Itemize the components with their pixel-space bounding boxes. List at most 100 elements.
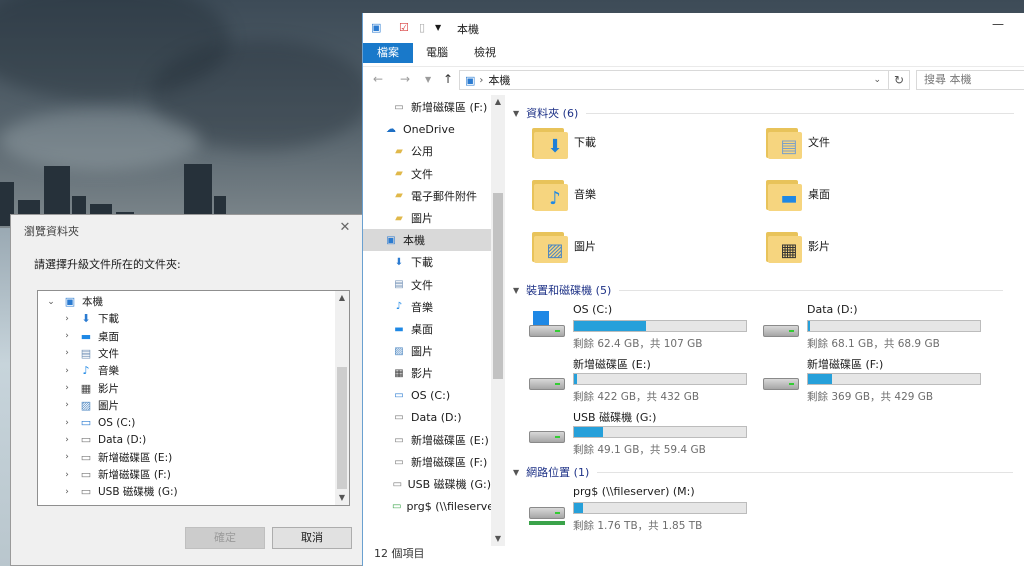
properties-icon[interactable]: ☑: [399, 21, 409, 34]
nav-item[interactable]: ⬇ 下載: [363, 251, 491, 273]
nav-item[interactable]: ▭ 新增磁碟區 (E:): [363, 429, 491, 451]
chevron-right-icon[interactable]: ›: [62, 383, 72, 393]
devices-group-header[interactable]: ▼ 裝置和磁碟機 (5): [513, 282, 1004, 298]
new-folder-icon[interactable]: ▯: [419, 21, 425, 34]
nav-item[interactable]: ▣ 本機: [363, 229, 491, 252]
network-group-header[interactable]: ▼ 網路位置 (1): [513, 464, 1014, 480]
folder-item[interactable]: ⬇ 下載: [529, 123, 596, 161]
folder-item[interactable]: ▤ 文件: [763, 123, 830, 161]
nav-item[interactable]: ▬ 桌面: [363, 318, 491, 340]
nav-item[interactable]: ▭ 新增磁碟區 (F:): [363, 96, 491, 118]
chevron-right-icon[interactable]: ›: [62, 366, 72, 376]
recent-dropdown-icon[interactable]: ▼: [425, 75, 431, 84]
drive-name: USB 磁碟機 (G:): [573, 411, 657, 424]
nav-item[interactable]: ▭ OS (C:): [363, 385, 491, 407]
nav-item[interactable]: ▦ 影片: [363, 362, 491, 384]
tree-item[interactable]: › ▬ 桌面: [62, 328, 119, 345]
tab-2[interactable]: 檢視: [461, 43, 509, 63]
chevron-right-icon[interactable]: ›: [62, 400, 72, 410]
tree-item[interactable]: › ⬇ 下載: [62, 310, 119, 327]
scroll-down-icon[interactable]: ▼: [491, 532, 505, 546]
forward-icon[interactable]: →: [400, 72, 410, 86]
refresh-icon[interactable]: ↻: [888, 70, 910, 90]
chevron-right-icon[interactable]: ›: [62, 418, 72, 428]
quick-access-dropdown-icon[interactable]: ▼: [435, 23, 441, 32]
folder-item[interactable]: ♪ 音樂: [529, 175, 596, 213]
chevron-right-icon[interactable]: ›: [62, 348, 72, 358]
folders-group-header[interactable]: ▼ 資料夾 (6): [513, 105, 1015, 121]
tree-item[interactable]: › ▭ Data (D:): [62, 431, 146, 448]
drive-item[interactable]: 新增磁碟區 (E:) 剩餘 422 GB，共 432 GB: [527, 356, 757, 406]
tree-item[interactable]: › ▭ 新增磁碟區 (E:): [62, 449, 172, 466]
drive-item[interactable]: Data (D:) 剩餘 68.1 GB，共 68.9 GB: [761, 303, 991, 353]
drive-free-space: 剩餘 369 GB，共 429 GB: [807, 391, 934, 403]
drive-item[interactable]: prg$ (\\fileserver) (M:) 剩餘 1.76 TB，共 1.8…: [527, 485, 757, 535]
scroll-thumb[interactable]: [337, 367, 347, 489]
tree-item[interactable]: ⌄ ▣ 本機: [46, 293, 103, 310]
collapse-icon[interactable]: ▼: [513, 109, 519, 118]
nav-item-label: OS (C:): [411, 389, 451, 403]
nav-item-label: OneDrive: [403, 122, 455, 136]
address-bar[interactable]: ▣ › 本機 ⌄: [459, 70, 910, 90]
download-folder-icon: ⬇: [394, 256, 404, 268]
tab-1[interactable]: 電腦: [413, 43, 461, 63]
drive-item[interactable]: USB 磁碟機 (G:) 剩餘 49.1 GB，共 59.4 GB: [527, 409, 757, 459]
folder-label: 音樂: [574, 188, 596, 201]
address-dropdown-icon[interactable]: ⌄: [873, 75, 881, 85]
collapse-icon[interactable]: ▼: [513, 468, 519, 477]
tree-item[interactable]: › ▤ 文件: [62, 345, 119, 362]
nav-item[interactable]: ▭ Data (D:): [363, 407, 491, 429]
tree-item[interactable]: › ▨ 圖片: [62, 397, 119, 414]
cancel-button[interactable]: 取消: [272, 527, 352, 549]
nav-item[interactable]: ☁ OneDrive: [363, 118, 491, 140]
scroll-thumb[interactable]: [493, 193, 503, 379]
search-input[interactable]: 搜尋 本機: [916, 70, 1024, 90]
folder-item[interactable]: ▬ 桌面: [763, 175, 830, 213]
tree-item[interactable]: › ▦ 影片: [62, 380, 119, 397]
usb-drive-icon: ▭: [80, 485, 92, 499]
breadcrumb-separator-icon[interactable]: ›: [479, 75, 483, 86]
chevron-right-icon[interactable]: ›: [62, 452, 72, 462]
tree-item[interactable]: › ▭ USB 磁碟機 (G:): [62, 483, 177, 500]
tree-item[interactable]: › ▭ OS (C:): [62, 414, 135, 431]
minimize-icon[interactable]: —: [992, 17, 1004, 31]
collapse-icon[interactable]: ▼: [513, 286, 519, 295]
drive-item[interactable]: 新增磁碟區 (F:) 剩餘 369 GB，共 429 GB: [761, 356, 991, 406]
nav-scrollbar[interactable]: ▲ ▼: [491, 95, 505, 546]
nav-item[interactable]: ♪ 音樂: [363, 296, 491, 318]
back-icon[interactable]: ←: [373, 72, 383, 86]
tab-0[interactable]: 檔案: [363, 43, 413, 63]
cloud: [0, 110, 200, 170]
dialog-prompt: 請選擇升級文件所在的文件夾:: [34, 258, 181, 271]
ok-button[interactable]: 確定: [185, 527, 265, 549]
tree-item[interactable]: › ▭ 新增磁碟區 (F:): [62, 466, 171, 483]
up-icon[interactable]: ↑: [443, 72, 453, 86]
scroll-up-icon[interactable]: ▲: [335, 291, 349, 305]
tree-scrollbar[interactable]: ▲ ▼: [335, 291, 349, 505]
scroll-down-icon[interactable]: ▼: [335, 491, 349, 505]
tree-item[interactable]: › ♪ 音樂: [62, 362, 119, 379]
scroll-up-icon[interactable]: ▲: [491, 95, 505, 109]
nav-item[interactable]: ▭ 新增磁碟區 (F:): [363, 451, 491, 473]
nav-item[interactable]: ▰ 公用: [363, 140, 491, 162]
folder-item[interactable]: ▦ 影片: [763, 227, 830, 265]
chevron-right-icon[interactable]: ›: [62, 435, 72, 445]
nav-item[interactable]: ▭ USB 磁碟機 (G:): [363, 473, 491, 495]
download-folder-icon: ⬇: [529, 123, 569, 161]
chevron-right-icon[interactable]: ›: [62, 314, 72, 324]
drive-item[interactable]: OS (C:) 剩餘 62.4 GB，共 107 GB: [527, 303, 757, 353]
chevron-right-icon[interactable]: ›: [62, 470, 72, 480]
close-icon[interactable]: ✕: [337, 220, 353, 236]
nav-item-label: 下載: [411, 256, 433, 270]
nav-item[interactable]: ▰ 文件: [363, 163, 491, 185]
chevron-down-icon[interactable]: ⌄: [46, 297, 56, 307]
nav-item[interactable]: ▰ 圖片: [363, 207, 491, 229]
nav-item[interactable]: ▭ prg$ (\\fileserver: [363, 496, 491, 518]
drive-icon: [761, 317, 801, 341]
nav-item[interactable]: ▤ 文件: [363, 274, 491, 296]
nav-item[interactable]: ▨ 圖片: [363, 340, 491, 362]
nav-item[interactable]: ▰ 電子郵件附件: [363, 185, 491, 207]
chevron-right-icon[interactable]: ›: [62, 487, 72, 497]
folder-item[interactable]: ▨ 圖片: [529, 227, 596, 265]
chevron-right-icon[interactable]: ›: [62, 331, 72, 341]
